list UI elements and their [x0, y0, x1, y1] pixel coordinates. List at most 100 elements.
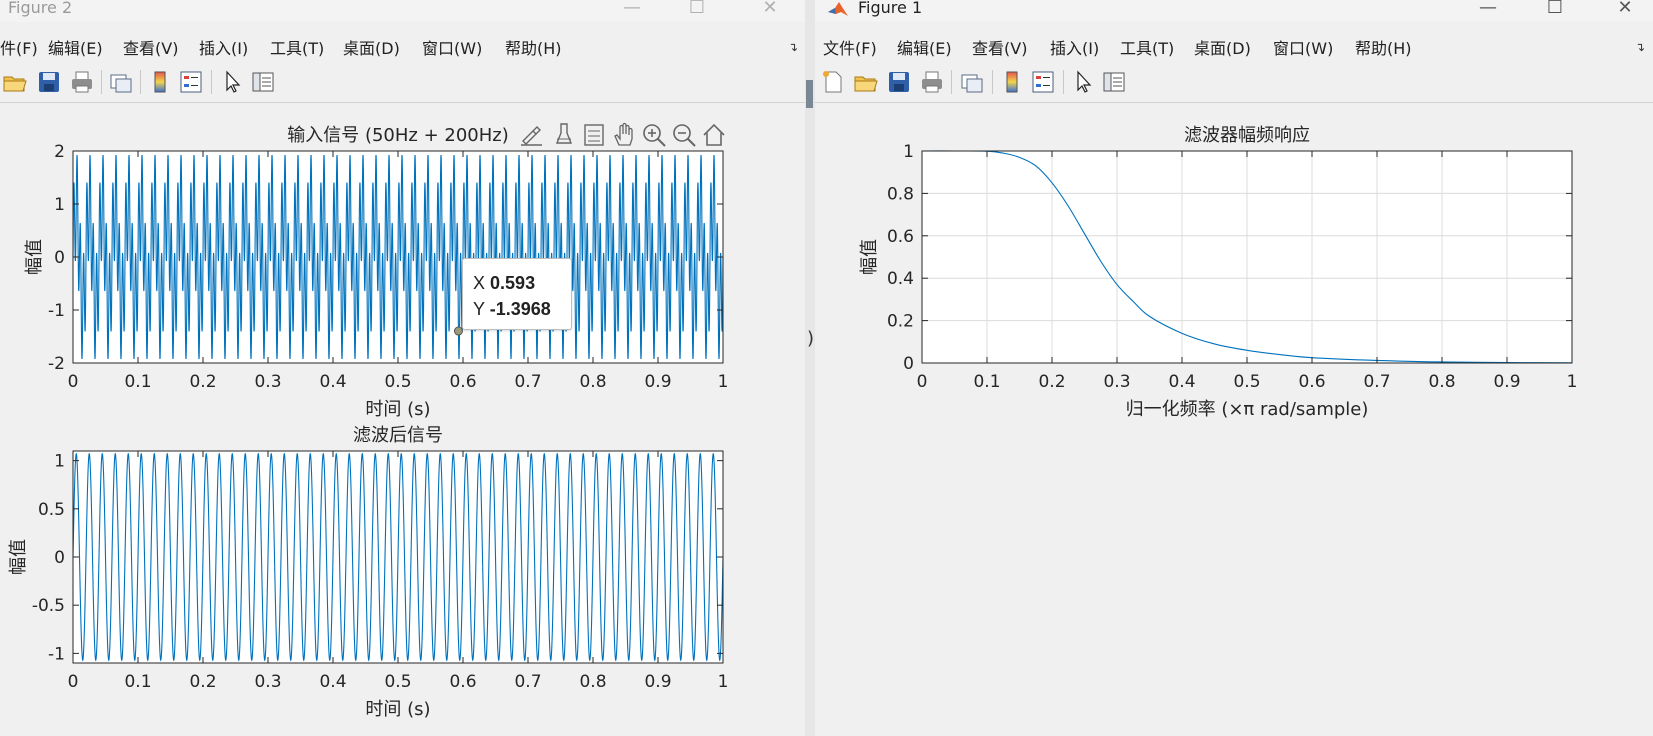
open-file-icon[interactable]	[853, 69, 879, 95]
toolbar-separator	[211, 70, 212, 94]
x-tick-label: 0	[68, 672, 79, 692]
x-tick-label: 0.9	[1493, 372, 1520, 392]
y-tick-label: 2	[54, 142, 65, 162]
menu-insert[interactable]: 插入(I)	[199, 35, 248, 59]
input-signal-plot[interactable]: 0 0.1 0.2 0.3 0.4 0.5 0.6 0.7 0.8 0.9 1 -2 -1 0 1 2 输入信号…	[0, 118, 790, 418]
menu-desktop[interactable]: 桌面(D)	[1194, 35, 1251, 59]
toolbar-separator	[101, 70, 102, 94]
y-axis-label: 幅值	[24, 239, 45, 275]
y-tick-label: -1	[48, 301, 65, 321]
input-signal-axes[interactable]: 0 0.1 0.2 0.3 0.4 0.5 0.6 0.7 0.8 0.9 1 -2 -1 0 1 2 输入信号…	[0, 118, 790, 418]
toolbar-separator	[951, 70, 952, 94]
open-file-icon[interactable]	[2, 69, 28, 95]
x-tick-label: 0.3	[254, 372, 281, 392]
y-tick-label: 1	[54, 195, 65, 215]
menu-window[interactable]: 窗口(W)	[1273, 35, 1333, 59]
matlab-logo-icon	[828, 2, 848, 16]
datatip-x-value: 0.593	[490, 273, 536, 293]
y-tick-label: -2	[48, 354, 65, 374]
datatip-marker	[453, 326, 463, 336]
x-tick-label: 0	[68, 372, 79, 392]
print-icon[interactable]	[919, 69, 945, 95]
filtered-signal-axes[interactable]: 0 0.1 0.2 0.3 0.4 0.5 0.6 0.7 0.8 0.9 1 -1 -0.5 0 0.5 1…	[0, 418, 790, 718]
y-axis-label: 幅值	[8, 539, 29, 575]
pointer-icon[interactable]	[220, 69, 246, 95]
figure-1-window: Figure 1 — ☐ ✕ 文件(F) 编辑(E) 查看(V) 插入(I) 工…	[815, 0, 1653, 736]
menu-tools[interactable]: 工具(T)	[270, 35, 324, 59]
menu-insert[interactable]: 插入(I)	[1050, 35, 1099, 59]
menu-help[interactable]: 帮助(H)	[1355, 35, 1412, 59]
minimize-icon[interactable]: —	[1476, 0, 1500, 20]
menubar: 件(F) 编辑(E) 查看(V) 插入(I) 工具(T) 桌面(D) 窗口(W)…	[0, 32, 805, 60]
colorbar-icon[interactable]	[999, 69, 1025, 95]
figure-toolbar	[815, 64, 1653, 103]
x-tick-label: 0.1	[124, 372, 151, 392]
filter-response-axes[interactable]: 0 0.1 0.2 0.3 0.4 0.5 0.6 0.7 0.8 0.9 1 0 0.2 0.4 0.6 0…	[815, 118, 1645, 428]
property-inspector-icon[interactable]	[1101, 69, 1127, 95]
x-axis-label: 时间 (s)	[365, 399, 430, 418]
x-tick-label: 0.1	[124, 672, 151, 692]
pointer-icon[interactable]	[1071, 69, 1097, 95]
x-tick-label: 0.1	[973, 372, 1000, 392]
menu-desktop[interactable]: 桌面(D)	[343, 35, 400, 59]
menu-view[interactable]: 查看(V)	[972, 35, 1027, 59]
plot-title: 滤波器幅频响应	[1184, 125, 1310, 146]
menu-window[interactable]: 窗口(W)	[422, 35, 482, 59]
x-tick-label: 0.3	[254, 672, 281, 692]
save-icon[interactable]	[886, 69, 912, 95]
menu-file[interactable]: 件(F)	[0, 35, 38, 59]
toolbar-separator	[1063, 70, 1064, 94]
datatip[interactable]: X 0.593 Y -1.3968	[462, 258, 572, 330]
divider-scroll-handle[interactable]	[806, 80, 813, 108]
window-title: Figure 2	[8, 0, 73, 17]
y-tick-label: 0	[903, 354, 914, 374]
filtered-signal-plot[interactable]: 0 0.1 0.2 0.3 0.4 0.5 0.6 0.7 0.8 0.9 1 -1 -0.5 0 0.5 1…	[0, 418, 790, 718]
x-tick-label: 0.2	[189, 372, 216, 392]
x-tick-label: 1	[718, 372, 729, 392]
y-tick-label: 1	[54, 452, 65, 472]
maximize-icon[interactable]: ☐	[685, 0, 709, 20]
colorbar-icon[interactable]	[147, 69, 173, 95]
print-icon[interactable]	[69, 69, 95, 95]
maximize-icon[interactable]: ☐	[1543, 0, 1567, 20]
menu-edit[interactable]: 编辑(E)	[48, 35, 103, 59]
link-plot-icon[interactable]	[108, 69, 134, 95]
dock-arrow-icon[interactable]: ↴	[788, 40, 798, 54]
y-tick-label: -1	[48, 644, 65, 664]
x-tick-label: 0.4	[1168, 372, 1195, 392]
link-plot-icon[interactable]	[959, 69, 985, 95]
menu-help[interactable]: 帮助(H)	[505, 35, 562, 59]
datatip-y-label: Y	[473, 299, 485, 319]
close-icon[interactable]: ✕	[758, 0, 782, 20]
close-icon[interactable]: ✕	[1613, 0, 1637, 20]
menu-edit[interactable]: 编辑(E)	[897, 35, 952, 59]
menu-view[interactable]: 查看(V)	[123, 35, 178, 59]
x-tick-label: 0.6	[449, 372, 476, 392]
minimize-icon[interactable]: —	[620, 0, 644, 20]
new-figure-icon[interactable]	[820, 69, 846, 95]
x-tick-label: 0.8	[579, 372, 606, 392]
save-icon[interactable]	[36, 69, 62, 95]
menu-file[interactable]: 文件(F)	[823, 35, 877, 59]
x-tick-label: 0.7	[514, 372, 541, 392]
x-tick-label: 0	[917, 372, 928, 392]
x-tick-label: 0.6	[1298, 372, 1325, 392]
y-tick-label: 0	[54, 248, 65, 268]
x-tick-label: 0.7	[1363, 372, 1390, 392]
datatip-y-value: -1.3968	[489, 299, 551, 319]
datatip-x-label: X	[473, 273, 486, 293]
legend-icon[interactable]	[178, 69, 204, 95]
menu-tools[interactable]: 工具(T)	[1120, 35, 1174, 59]
y-tick-label: 0.2	[887, 312, 914, 332]
x-tick-label: 0.5	[1233, 372, 1260, 392]
x-tick-label: 0.9	[644, 672, 671, 692]
figure-1-titlebar[interactable]: Figure 1 — ☐ ✕	[815, 0, 1653, 22]
y-tick-label: -0.5	[32, 596, 65, 616]
filter-response-plot[interactable]: 0 0.1 0.2 0.3 0.4 0.5 0.6 0.7 0.8 0.9 1 0 0.2 0.4 0.6 0…	[815, 118, 1645, 428]
menubar: 文件(F) 编辑(E) 查看(V) 插入(I) 工具(T) 桌面(D) 窗口(W…	[815, 32, 1653, 60]
legend-icon[interactable]	[1030, 69, 1056, 95]
property-inspector-icon[interactable]	[250, 69, 276, 95]
dock-arrow-icon[interactable]: ↴	[1635, 40, 1645, 54]
figure-2-titlebar[interactable]: Figure 2 — ☐ ✕	[0, 0, 805, 22]
y-tick-label: 0.4	[887, 269, 914, 289]
